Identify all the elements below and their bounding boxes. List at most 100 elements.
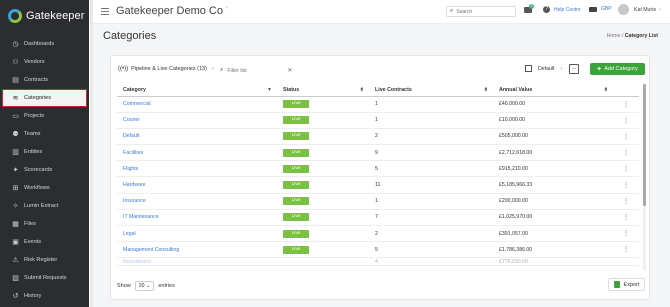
row-actions-icon[interactable]: ⋮ [613,193,639,210]
status-cell: Live [277,225,369,243]
sidebar-item-label: Submit Requests [24,275,67,281]
table-scrollbar[interactable] [643,84,646,270]
status-cell: Live [277,241,369,259]
pipeline-selector[interactable]: ((•)) Pipeline & Live Categories (13) › [118,66,214,72]
user-menu[interactable]: Kat Murie › [618,4,661,15]
sidebar-item-workflows[interactable]: ⊞ Workflows [0,179,89,197]
category-link[interactable]: Insurance [123,198,146,204]
view-label: Default [538,65,555,72]
row-actions-icon[interactable]: ⋮ [613,160,639,178]
currency-selector[interactable]: GBP [589,6,612,12]
view-selector[interactable]: Default › [525,65,562,72]
export-button[interactable]: Export [608,278,645,291]
help-icon: ? [543,6,550,13]
sidebar-item-vendors[interactable]: ⚇ Vendors [0,53,89,71]
row-actions-icon[interactable]: ⋮ [613,144,639,162]
help-centre-link[interactable]: ? Help Centre [543,6,581,13]
chevron-right-icon: › [211,66,214,72]
sidebar-item-teams[interactable]: ⚉ Teams [0,125,89,143]
logo-icon [8,9,22,23]
status-badge: Live [283,197,309,206]
category-link[interactable]: Legal [123,231,136,237]
sidebar: Gatekeeper ◷ Dashboards ⚇ Vendors ▤ Contracts… [0,0,89,307]
category-link[interactable]: Flights [123,166,138,172]
column-header-status[interactable]: Status ⬍ [277,84,369,97]
column-header-annual-value[interactable]: Annual Value ⬍ [493,84,613,97]
table-row[interactable]: Recruitment 4 £776,030.00 [117,257,639,267]
sidebar-item-dashboards[interactable]: ◷ Dashboards [0,35,89,53]
table-row[interactable]: Insurance Live 1 £200,000.00 ⋮ [117,193,639,210]
category-cell: Legal [117,225,277,243]
add-category-button[interactable]: + Add Category [590,63,645,75]
chevron-right-icon: › [659,6,661,13]
page-size-select[interactable]: 20 ⌄ [134,281,155,291]
category-link[interactable]: Recruitment [123,259,151,265]
sidebar-item-scorecards[interactable]: ✦ Scorecards [0,161,89,179]
category-cell: Management Consulting [117,241,277,259]
filter-input[interactable] [227,67,286,74]
category-link[interactable]: Management Consulting [123,247,179,253]
users-icon: ⚉ [12,130,19,138]
status-badge: Live [283,164,309,173]
sidebar-item-lumin-extract[interactable]: ✧ Lumin Extract [0,197,89,215]
sidebar-item-label: Projects [24,113,45,119]
table-row[interactable]: Courier Live 1 £10,000.00 ⋮ [117,112,639,129]
table-row[interactable]: Facilities Live 9 £2,712,618.00 ⋮ [117,144,639,162]
category-link[interactable]: Facilities [123,150,143,156]
sidebar-item-entities[interactable]: ▥ Entities [0,143,89,161]
row-actions-icon[interactable]: ⋮ [613,225,639,243]
sidebar-item-files[interactable]: ▦ Files [0,215,89,233]
live-contracts-cell: 7 [369,209,493,227]
category-link[interactable]: Commercial [123,101,151,107]
row-actions-icon[interactable]: ⋮ [613,128,639,146]
table-row[interactable]: Hardware Live 11 £5,185,966.33 ⋮ [117,176,639,194]
category-link[interactable]: Default [123,133,139,139]
table-row[interactable]: Commercial Live 1 £40,000.00 ⋮ [117,96,639,113]
column-header-category[interactable]: Category ▼ [117,84,277,97]
table-row[interactable]: IT Maintenance Live 7 £1,025,970.00 ⋮ [117,209,639,227]
sidebar-item-risk-register[interactable]: ⚠ Risk Register [0,251,89,269]
menu-toggle-icon[interactable] [101,8,109,17]
table-row[interactable]: Management Consulting Live 5 £1,786,386.00 ⋮ [117,241,639,259]
entries-label: entries [158,283,175,289]
row-actions-icon[interactable]: ⋮ [613,96,639,113]
row-actions-icon[interactable]: ⋮ [613,176,639,194]
submit-icon: ▧ [12,274,19,282]
annual-value-cell: £1,025,970.00 [493,209,613,227]
category-link[interactable]: Hardware [123,182,146,188]
search-input[interactable] [456,8,507,15]
column-settings-button[interactable]: ··· [569,64,579,74]
sidebar-item-submit-requests[interactable]: ▧ Submit Requests [0,269,89,287]
sidebar-item-label: Dashboards [24,41,55,47]
live-contracts-cell: 1 [369,112,493,129]
live-contracts-cell: 1 [369,193,493,210]
document-icon: ▤ [12,76,19,84]
row-actions-icon[interactable]: ⋮ [613,209,639,227]
sidebar-item-projects[interactable]: ▭ Projects [0,107,89,125]
table-row[interactable]: Flights Live 5 £915,210.00 ⋮ [117,160,639,178]
row-actions-icon[interactable]: ⋮ [613,241,639,259]
breadcrumb-home[interactable]: Home [607,33,621,39]
user-name: Kat Murie [634,6,657,13]
sidebar-item-events[interactable]: ▣ Events [0,233,89,251]
clear-filter-icon[interactable]: ✕ [287,67,292,74]
org-switcher[interactable]: Gatekeeper Demo Co › [116,5,228,17]
category-list-card: ((•)) Pipeline & Live Categories (13) › … [110,55,650,300]
sidebar-item-categories[interactable]: ≋ Categories [2,89,87,107]
category-link[interactable]: IT Maintenance [123,214,159,220]
column-header-live-contracts[interactable]: Live Contracts ⬍ [369,84,493,97]
show-label: Show [117,283,131,289]
app-logo[interactable]: Gatekeeper [8,9,84,23]
table-row[interactable]: Default Live 2 £505,000.00 ⋮ [117,128,639,146]
search-icon: ⌕ [220,67,224,73]
scrollbar-thumb[interactable] [643,84,646,206]
sidebar-item-history[interactable]: ↺ History [0,287,89,305]
table-row[interactable]: Legal Live 2 £391,057.00 ⋮ [117,225,639,243]
global-search[interactable]: ⌕ [446,6,516,17]
category-cell: Facilities [117,144,277,162]
sidebar-item-contracts[interactable]: ▤ Contracts [0,71,89,89]
sparkle-icon: ✧ [12,202,19,210]
row-actions-icon[interactable]: ⋮ [613,112,639,129]
logo-text: Gatekeeper [26,10,85,22]
category-link[interactable]: Courier [123,117,140,123]
